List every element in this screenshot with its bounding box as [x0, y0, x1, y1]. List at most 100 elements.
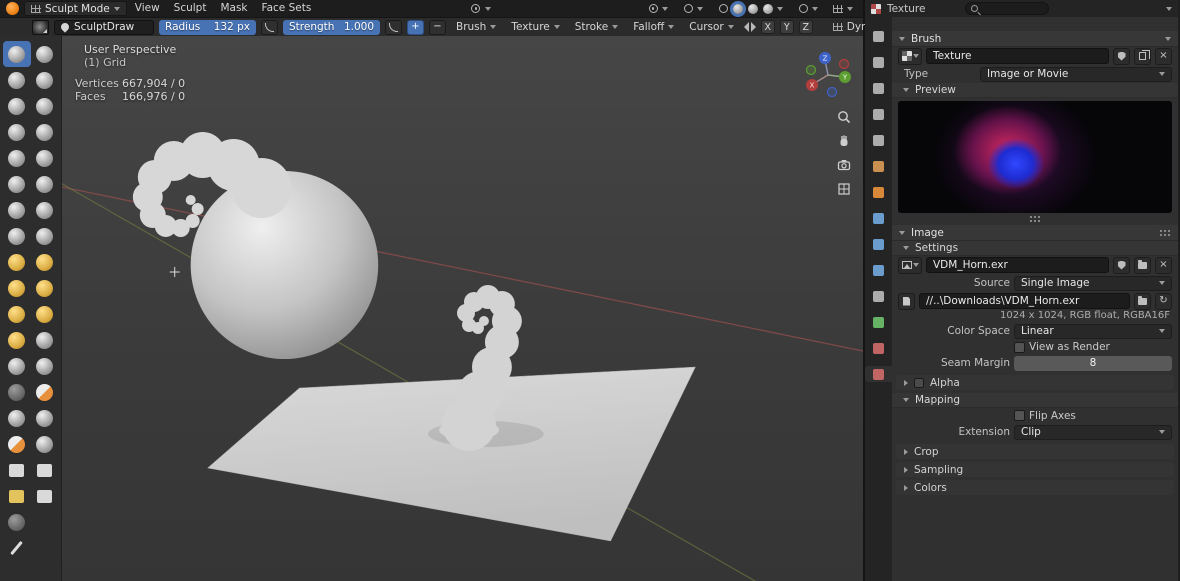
tool-clay-strips[interactable] — [31, 67, 59, 93]
tool-blob[interactable] — [31, 119, 59, 145]
tool-boundary[interactable] — [31, 327, 59, 353]
tool-mesh-filter[interactable] — [3, 509, 31, 535]
tab-material[interactable] — [865, 340, 892, 356]
menu-sculpt[interactable]: Sculpt — [168, 0, 213, 17]
unlink-button[interactable]: × — [1155, 48, 1172, 65]
tool-box-mask[interactable] — [3, 457, 31, 483]
y-axis-ball-negative[interactable] — [807, 66, 816, 75]
type-dropdown[interactable]: Image or Movie — [980, 67, 1172, 82]
texture-menu[interactable]: Texture — [506, 21, 564, 33]
overlays-dropdown[interactable] — [793, 3, 822, 15]
brush-preview-button[interactable] — [32, 20, 49, 35]
tab-view-layer[interactable] — [865, 106, 892, 122]
subtract-button[interactable]: − — [429, 20, 446, 35]
camera-view-button[interactable] — [835, 156, 853, 174]
tool-box-face-set[interactable] — [3, 483, 31, 509]
tab-scene[interactable] — [865, 132, 892, 148]
pan-hand-button[interactable] — [835, 132, 853, 150]
image-open-button[interactable] — [1134, 257, 1151, 274]
seam-margin-field[interactable]: 8 — [1014, 356, 1172, 371]
texture-browse-button[interactable] — [898, 48, 922, 65]
shading-solid-button[interactable] — [732, 3, 744, 15]
tool-scrape[interactable] — [3, 197, 31, 223]
brush-name-field[interactable]: SculptDraw — [54, 20, 154, 35]
brush-menu[interactable]: Brush — [451, 21, 501, 33]
tool-flatten[interactable] — [3, 171, 31, 197]
tool-displacement-eraser[interactable] — [3, 405, 31, 431]
fake-user-button[interactable] — [1113, 48, 1130, 65]
extension-dropdown[interactable]: Clip — [1014, 425, 1172, 440]
tool-simplify[interactable] — [31, 353, 59, 379]
settings-panel-header[interactable]: Settings — [892, 241, 1178, 256]
tool-pinch[interactable] — [3, 223, 31, 249]
filepath-icon-button[interactable] — [898, 293, 915, 310]
properties-search-input[interactable] — [965, 2, 1049, 15]
shading-material-button[interactable] — [747, 3, 759, 15]
menu-mask[interactable]: Mask — [214, 0, 253, 17]
crop-panel-header[interactable]: Crop — [896, 444, 1174, 459]
tool-mask[interactable] — [3, 379, 31, 405]
radius-pressure-button[interactable] — [261, 20, 278, 35]
tool-draw-face-sets[interactable] — [31, 379, 59, 405]
mapping-panel-header[interactable]: Mapping — [892, 393, 1178, 408]
radius-slider[interactable]: Radius 132 px — [159, 20, 256, 35]
tool-crease[interactable] — [3, 145, 31, 171]
gizmos-dropdown[interactable] — [828, 3, 857, 15]
reload-image-button[interactable]: ↻ — [1155, 293, 1172, 310]
tool-smooth[interactable] — [31, 145, 59, 171]
mode-dropdown[interactable]: Sculpt Mode — [24, 1, 127, 16]
tool-box-trim[interactable] — [31, 483, 59, 509]
brush-panel-header[interactable]: Brush — [892, 31, 1178, 47]
tab-physics[interactable] — [865, 236, 892, 252]
zoom-button[interactable] — [835, 108, 853, 126]
preview-resize-handle[interactable] — [892, 215, 1178, 223]
tool-pose[interactable] — [31, 275, 59, 301]
colors-panel-header[interactable]: Colors — [896, 480, 1174, 495]
tab-texture[interactable] — [865, 366, 892, 382]
tab-object[interactable] — [865, 184, 892, 200]
viewport-3d[interactable]: User Perspective (1) Grid Vertices 667,9… — [62, 36, 863, 581]
tab-modifiers[interactable] — [865, 210, 892, 226]
mirror-x-toggle[interactable]: X — [761, 20, 775, 34]
tool-smear[interactable] — [31, 431, 59, 457]
tool-draw[interactable] — [3, 41, 31, 67]
falloff-menu[interactable]: Falloff — [628, 21, 679, 33]
tab-constraints[interactable] — [865, 288, 892, 304]
duplicate-button[interactable] — [1134, 48, 1151, 65]
tool-inflate[interactable] — [3, 119, 31, 145]
falloff-pie-dropdown[interactable] — [466, 3, 495, 15]
tool-fill[interactable] — [31, 171, 59, 197]
chevron-down-icon[interactable] — [1165, 37, 1171, 41]
image-fake-user-button[interactable] — [1113, 257, 1130, 274]
tool-paint[interactable] — [3, 431, 31, 457]
tool-multiplane-scrape[interactable] — [31, 197, 59, 223]
tab-tool[interactable] — [865, 28, 892, 44]
sampling-panel-header[interactable]: Sampling — [896, 462, 1174, 477]
chevron-down-icon[interactable] — [1166, 7, 1172, 11]
shading-rendered-button[interactable] — [762, 3, 774, 15]
tool-elastic-deform[interactable] — [3, 249, 31, 275]
cursor-menu[interactable]: Cursor — [684, 21, 739, 33]
tool-displacement-smear[interactable] — [31, 405, 59, 431]
tool-annotate-spacer[interactable] — [31, 509, 59, 535]
menu-face-sets[interactable]: Face Sets — [256, 0, 318, 17]
tool-grab[interactable] — [31, 223, 59, 249]
tab-output[interactable] — [865, 80, 892, 96]
stroke-menu[interactable]: Stroke — [570, 21, 623, 33]
view-as-render-checkbox[interactable] — [1014, 342, 1025, 353]
chevron-down-icon[interactable] — [777, 7, 783, 11]
image-name-field[interactable]: VDM_Horn.exr — [926, 257, 1109, 273]
tool-clay[interactable] — [3, 67, 31, 93]
tab-world[interactable] — [865, 158, 892, 174]
blender-logo-icon[interactable] — [6, 2, 19, 15]
mirror-z-toggle[interactable]: Z — [799, 20, 813, 34]
tool-nudge[interactable] — [3, 301, 31, 327]
tab-object-data[interactable] — [865, 314, 892, 330]
navigation-gizmo[interactable]: Z X Y — [801, 48, 855, 102]
ortho-toggle-button[interactable] — [835, 180, 853, 198]
menu-view[interactable]: View — [129, 0, 166, 17]
add-button[interactable]: + — [407, 20, 424, 35]
snap-dropdown[interactable] — [678, 3, 707, 15]
flip-axes-checkbox[interactable] — [1014, 410, 1025, 421]
tool-cloth[interactable] — [3, 353, 31, 379]
